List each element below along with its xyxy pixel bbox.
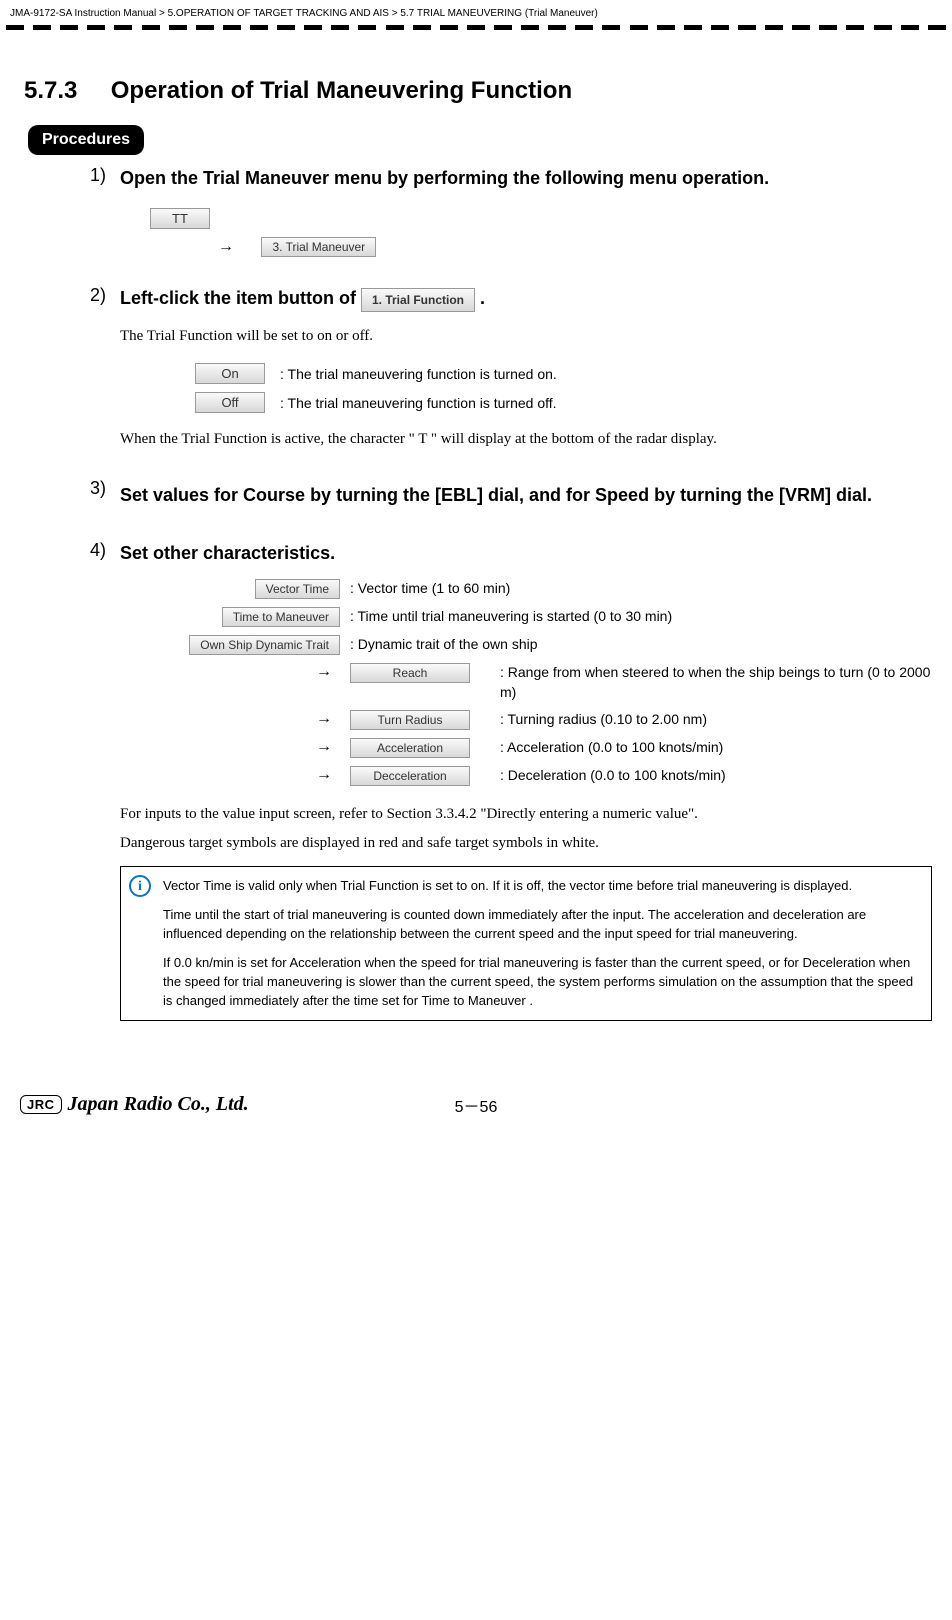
step-title: Open the Trial Maneuver menu by performi… xyxy=(120,165,932,192)
trial-maneuver-button[interactable]: 3. Trial Maneuver xyxy=(261,237,376,257)
arrow-icon: → xyxy=(308,663,340,680)
arrow-icon: → xyxy=(308,738,340,755)
on-button[interactable]: On xyxy=(195,363,265,384)
breadcrumb-section: 5.7 TRIAL MANEUVERING (Trial Maneuver) xyxy=(400,8,597,19)
info-icon: i xyxy=(129,875,151,897)
trial-function-button[interactable]: 1. Trial Function xyxy=(361,288,475,312)
step-title-post: . xyxy=(480,288,485,308)
step-title: Set other characteristics. xyxy=(120,540,932,567)
breadcrumb-manual: JMA-9172-SA Instruction Manual xyxy=(10,8,156,19)
step-title-pre: Left-click the item button of xyxy=(120,288,361,308)
time-to-maneuver-desc: : Time until trial maneuvering is starte… xyxy=(350,607,932,627)
info-box: i Vector Time is valid only when Trial F… xyxy=(120,866,932,1021)
turn-radius-desc: : Turning radius (0.10 to 2.00 nm) xyxy=(490,710,932,730)
info-paragraph: Time until the start of trial maneuverin… xyxy=(163,906,919,944)
own-ship-dynamic-trait-button[interactable]: Own Ship Dynamic Trait xyxy=(189,635,340,655)
vector-time-desc: : Vector time (1 to 60 min) xyxy=(350,579,932,599)
off-description: : The trial maneuvering function is turn… xyxy=(280,395,557,411)
breadcrumb-sep: > xyxy=(159,8,165,19)
section-title-text: Operation of Trial Maneuvering Function xyxy=(111,77,572,104)
step-title: Left-click the item button of 1. Trial F… xyxy=(120,285,932,312)
step-2: 2) Left-click the item button of 1. Tria… xyxy=(120,285,932,450)
section-number: 5.7.3 xyxy=(24,77,77,104)
step-number: 2) xyxy=(90,285,106,306)
off-button[interactable]: Off xyxy=(195,392,265,413)
info-paragraph: If 0.0 kn/min is set for Acceleration wh… xyxy=(163,954,919,1011)
arrow-icon: → xyxy=(308,766,340,783)
deceleration-desc: : Deceleration (0.0 to 100 knots/min) xyxy=(490,766,932,786)
info-paragraph: Vector Time is valid only when Trial Fun… xyxy=(163,877,919,896)
step-4: 4) Set other characteristics. Vector Tim… xyxy=(120,540,932,1021)
reach-desc: : Range from when steered to when the sh… xyxy=(490,663,932,702)
reach-button[interactable]: Reach xyxy=(350,663,470,683)
breadcrumb-chapter: 5.OPERATION OF TARGET TRACKING AND AIS xyxy=(168,8,389,19)
step-body-text: When the Trial Function is active, the c… xyxy=(120,429,932,450)
breadcrumb: JMA-9172-SA Instruction Manual > 5.OPERA… xyxy=(0,0,952,25)
step-3: 3) Set values for Course by turning the … xyxy=(120,478,932,512)
company-name: Japan Radio Co., Ltd. xyxy=(68,1093,249,1116)
tt-button[interactable]: TT xyxy=(150,208,210,229)
procedures-badge: Procedures xyxy=(28,125,144,155)
step-body-text: For inputs to the value input screen, re… xyxy=(120,804,932,825)
section-title: 5.7.3 Operation of Trial Maneuvering Fun… xyxy=(20,77,932,105)
step-body-text: Dangerous target symbols are displayed i… xyxy=(120,833,932,854)
step-body-text: The Trial Function will be set to on or … xyxy=(120,326,932,347)
step-title: Set values for Course by turning the [EB… xyxy=(120,478,932,512)
jrc-logo: JRC xyxy=(20,1095,62,1114)
acceleration-button[interactable]: Acceleration xyxy=(350,738,470,758)
on-description: : The trial maneuvering function is turn… xyxy=(280,366,557,382)
acceleration-desc: : Acceleration (0.0 to 100 knots/min) xyxy=(490,738,932,758)
vector-time-button[interactable]: Vector Time xyxy=(255,579,340,599)
divider-dashes xyxy=(0,25,952,37)
step-number: 4) xyxy=(90,540,106,561)
turn-radius-button[interactable]: Turn Radius xyxy=(350,710,470,730)
time-to-maneuver-button[interactable]: Time to Maneuver xyxy=(222,607,340,627)
step-1: 1) Open the Trial Maneuver menu by perfo… xyxy=(120,165,932,257)
deceleration-button[interactable]: Decceleration xyxy=(350,766,470,786)
page-number: 5－56 xyxy=(455,1093,498,1117)
step-number: 3) xyxy=(90,478,106,499)
breadcrumb-sep: > xyxy=(392,8,398,19)
arrow-icon: → xyxy=(210,238,242,255)
page-footer: JRC Japan Radio Co., Ltd. 5－56 xyxy=(0,1069,952,1128)
step-number: 1) xyxy=(90,165,106,186)
own-ship-desc: : Dynamic trait of the own ship xyxy=(350,635,932,655)
arrow-icon: → xyxy=(308,710,340,727)
